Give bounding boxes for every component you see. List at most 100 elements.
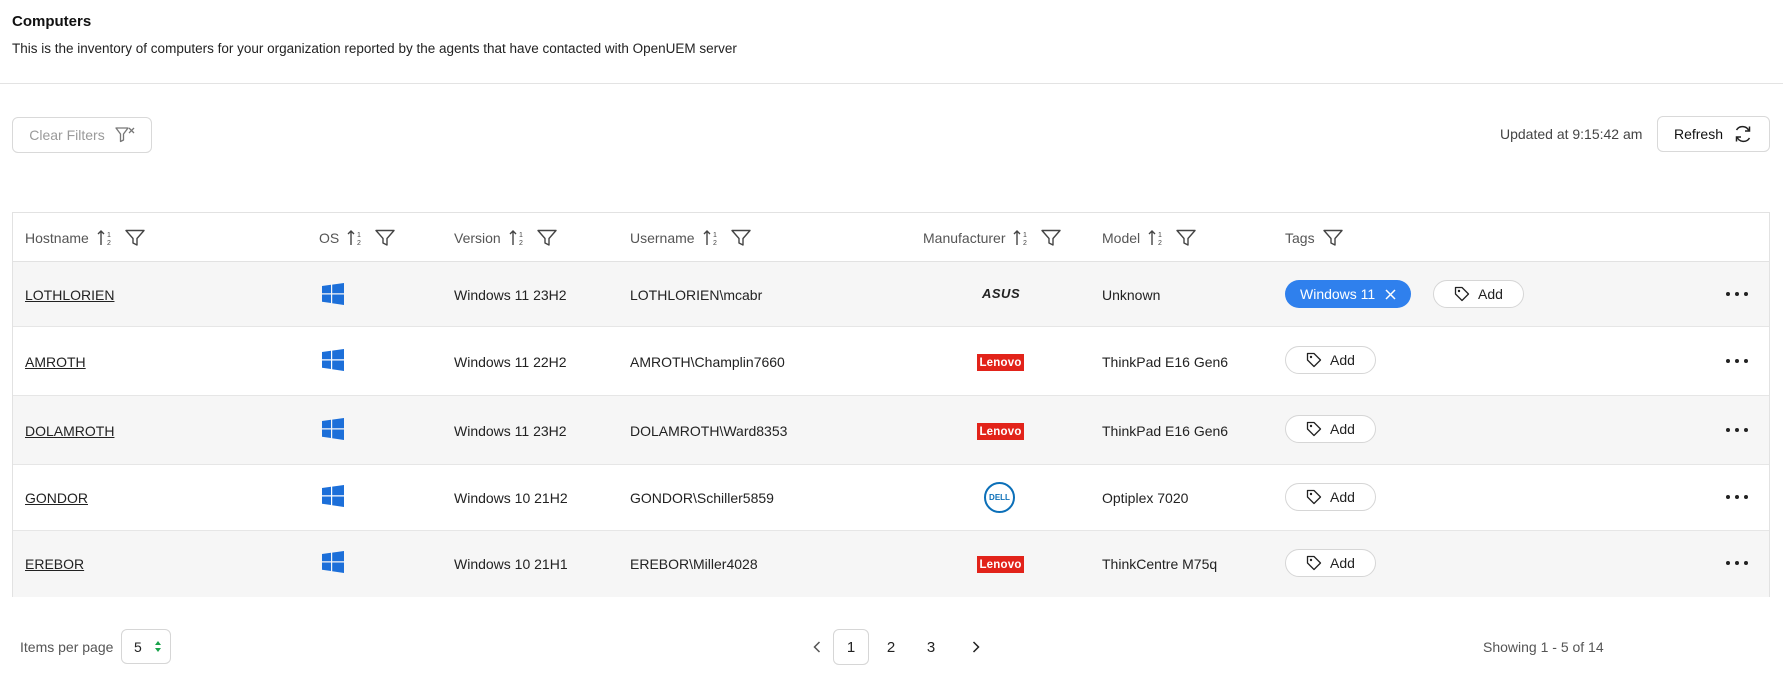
- filter-icon[interactable]: [730, 229, 751, 247]
- add-tag-label: Add: [1330, 489, 1355, 505]
- table-header: Hostname 12 OS 12 Version 12 Username 12…: [13, 213, 1769, 262]
- svg-text:1: 1: [107, 232, 111, 239]
- chevron-left-icon: [813, 641, 821, 653]
- page-button-2[interactable]: 2: [873, 629, 909, 665]
- version-cell: Windows 10 21H1: [454, 556, 568, 572]
- model-cell: Unknown: [1102, 287, 1161, 303]
- refresh-label: Refresh: [1673, 126, 1724, 142]
- clear-filters-label: Clear Filters: [29, 127, 105, 143]
- add-tag-button[interactable]: Add: [1285, 549, 1376, 577]
- add-tag-button[interactable]: Add: [1285, 346, 1376, 374]
- spinner-arrows-icon: [155, 641, 161, 652]
- svg-text:1: 1: [1158, 232, 1162, 239]
- username-cell: AMROTH\Champlin7660: [630, 354, 785, 370]
- column-model: Model 12: [1102, 229, 1196, 247]
- filter-icon[interactable]: [1176, 229, 1196, 247]
- hostname-link[interactable]: LOTHLORIEN: [25, 287, 114, 303]
- tag-badge: Windows 11: [1285, 280, 1412, 308]
- svg-text:2: 2: [713, 240, 717, 247]
- username-cell: DOLAMROTH\Ward8353: [630, 423, 788, 439]
- column-tags: Tags: [1285, 229, 1343, 247]
- tag-icon: [1454, 286, 1470, 302]
- model-cell: Optiplex 7020: [1102, 490, 1189, 506]
- refresh-button[interactable]: Refresh: [1657, 116, 1770, 152]
- column-label: Version: [454, 230, 501, 246]
- page-title: Computers: [12, 13, 92, 30]
- lenovo-logo: Lenovo: [977, 423, 1024, 440]
- sort-icon[interactable]: 12: [97, 229, 117, 247]
- row-actions-menu[interactable]: [1726, 557, 1748, 569]
- remove-tag-icon[interactable]: [1385, 288, 1396, 300]
- clear-filter-icon: [115, 127, 135, 143]
- sort-icon[interactable]: 12: [509, 229, 529, 247]
- hostname-link[interactable]: EREBOR: [25, 556, 84, 572]
- clear-filters-button[interactable]: Clear Filters: [12, 117, 152, 153]
- add-tag-label: Add: [1330, 555, 1355, 571]
- page-button-1[interactable]: 1: [833, 629, 869, 665]
- column-version: Version 12: [454, 229, 557, 247]
- windows-icon: [322, 551, 344, 573]
- column-hostname: Hostname 12: [25, 229, 145, 247]
- version-cell: Windows 11 23H2: [454, 287, 567, 303]
- windows-icon: [322, 349, 344, 371]
- svg-text:1: 1: [1023, 232, 1027, 239]
- table-row: DOLAMROTH Windows 11 23H2 DOLAMROTH\Ward…: [13, 396, 1769, 465]
- svg-text:1: 1: [713, 232, 717, 239]
- filter-icon[interactable]: [1041, 229, 1062, 247]
- tag-icon: [1306, 352, 1322, 368]
- filter-icon[interactable]: [537, 229, 557, 247]
- asus-logo: ASUS: [982, 286, 1021, 301]
- items-per-page-label: Items per page: [20, 639, 114, 655]
- updated-timestamp: Updated at 9:15:42 am: [1500, 126, 1643, 142]
- username-cell: LOTHLORIEN\mcabr: [630, 287, 763, 303]
- hostname-link[interactable]: AMROTH: [25, 354, 86, 370]
- svg-text:2: 2: [357, 240, 361, 247]
- sort-icon[interactable]: 12: [703, 229, 723, 247]
- hostname-link[interactable]: GONDOR: [25, 490, 88, 506]
- column-label: Tags: [1285, 230, 1315, 246]
- column-os: OS 12: [319, 229, 395, 247]
- sort-icon[interactable]: 12: [347, 229, 367, 247]
- username-cell: EREBOR\Miller4028: [630, 556, 758, 572]
- sort-icon[interactable]: 12: [1013, 229, 1033, 247]
- items-per-page-select[interactable]: 5: [121, 629, 171, 664]
- prev-page-button[interactable]: [799, 629, 835, 665]
- filter-icon[interactable]: [125, 229, 145, 247]
- page-button-3[interactable]: 3: [913, 629, 949, 665]
- column-label: OS: [319, 230, 340, 246]
- add-tag-label: Add: [1330, 421, 1355, 437]
- column-label: Hostname: [25, 230, 89, 246]
- add-tag-button[interactable]: Add: [1285, 483, 1376, 511]
- row-actions-menu[interactable]: [1726, 288, 1748, 300]
- showing-count: Showing 1 - 5 of 14: [1483, 639, 1604, 655]
- version-cell: Windows 11 23H2: [454, 423, 567, 439]
- row-actions-menu[interactable]: [1726, 491, 1748, 503]
- windows-icon: [322, 485, 344, 507]
- filter-icon[interactable]: [375, 229, 395, 247]
- lenovo-logo: Lenovo: [977, 556, 1024, 573]
- table-row: GONDOR Windows 10 21H2 GONDOR\Schiller58…: [13, 465, 1769, 531]
- row-actions-menu[interactable]: [1726, 424, 1748, 436]
- svg-text:1: 1: [519, 232, 523, 239]
- row-actions-menu[interactable]: [1726, 355, 1748, 367]
- computers-table: Hostname 12 OS 12 Version 12 Username 12…: [12, 212, 1770, 597]
- tag-label: Windows 11: [1300, 286, 1376, 302]
- svg-text:2: 2: [1023, 240, 1027, 247]
- lenovo-logo: Lenovo: [977, 354, 1024, 371]
- svg-text:1: 1: [357, 232, 361, 239]
- add-tag-button[interactable]: Add: [1433, 280, 1524, 308]
- chevron-right-icon: [972, 641, 980, 653]
- hostname-link[interactable]: DOLAMROTH: [25, 423, 114, 439]
- next-page-button[interactable]: [958, 629, 994, 665]
- windows-icon: [322, 418, 344, 440]
- tag-icon: [1306, 555, 1322, 571]
- table-row: AMROTH Windows 11 22H2 AMROTH\Champlin76…: [13, 327, 1769, 396]
- column-username: Username 12: [630, 229, 751, 247]
- sort-icon[interactable]: 12: [1148, 229, 1168, 247]
- model-cell: ThinkPad E16 Gen6: [1102, 354, 1229, 370]
- table-row: EREBOR Windows 10 21H1 EREBOR\Miller4028…: [13, 531, 1769, 597]
- filter-icon[interactable]: [1322, 229, 1343, 247]
- svg-text:2: 2: [519, 240, 523, 247]
- username-cell: GONDOR\Schiller5859: [630, 490, 774, 506]
- add-tag-button[interactable]: Add: [1285, 415, 1376, 443]
